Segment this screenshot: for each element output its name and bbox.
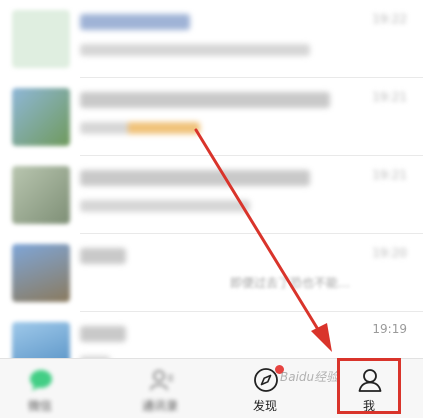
chat-row[interactable]: 19:22 [0,0,423,78]
message-preview [80,200,250,212]
message-time: 19:22 [372,12,407,26]
contact-avatar [12,166,70,224]
tab-chats[interactable]: 微信 [0,359,80,418]
contacts-icon [150,370,173,391]
contact-name [80,170,310,186]
message-preview: 即便过去了恐也不能… [230,276,351,290]
tab-discover-label: 发现 [252,399,277,413]
tab-chats-label: 微信 [27,399,52,413]
chat-bubble-icon [30,370,52,391]
contact-avatar [12,244,70,302]
tab-contacts-label: 通讯录 [141,399,178,413]
watermark: Baidu经验 [280,370,339,384]
message-time: 19:19 [372,322,407,336]
message-time: 19:21 [372,90,407,104]
contact-avatar [12,10,70,68]
contact-name [80,248,126,264]
contact-name [80,326,126,342]
highlight-box [337,358,401,414]
chat-list: 19:22 19:21 19:21 即便过去了恐也不能… 19:20 19:19 [0,0,423,380]
contact-name [80,14,190,30]
message-time: 19:20 [372,246,407,260]
chat-row[interactable]: 即便过去了恐也不能… 19:20 [0,234,423,312]
contact-avatar [12,88,70,146]
chat-row[interactable]: 19:21 [0,78,423,156]
contact-name [80,92,330,108]
chat-row[interactable]: 19:21 [0,156,423,234]
message-time: 19:21 [372,168,407,182]
message-preview [80,122,200,134]
tab-contacts[interactable]: 通讯录 [120,359,200,418]
message-preview [80,44,310,56]
